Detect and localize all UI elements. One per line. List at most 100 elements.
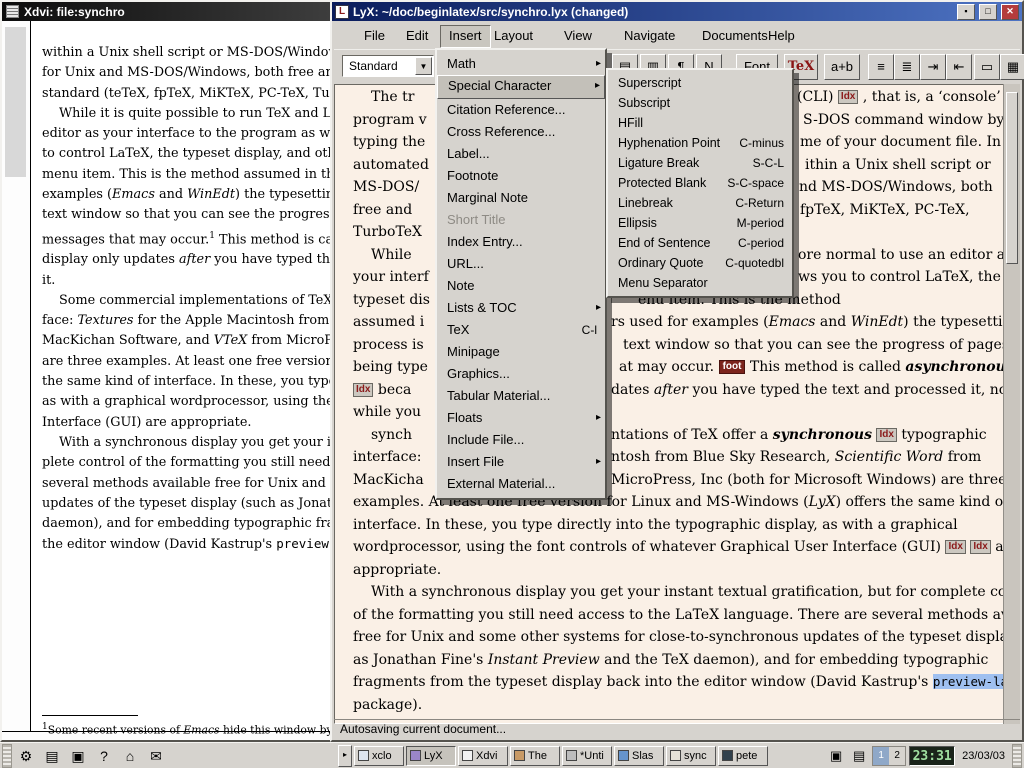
text-run: assumed i xyxy=(353,314,424,330)
menu-edit[interactable]: Edit xyxy=(398,25,436,46)
math-button[interactable]: a+b xyxy=(824,54,860,80)
insert-menu-item-lists-toc[interactable]: Lists & TOC▸ xyxy=(437,297,605,319)
insert-menu-item-include-file[interactable]: Include File... xyxy=(437,429,605,451)
insert-menu-item-footnote[interactable]: Footnote xyxy=(437,165,605,187)
minimize-button[interactable]: ▪ xyxy=(957,4,975,20)
task-button-pete[interactable]: pete xyxy=(718,746,768,766)
menu-item-shortcut: C-quotedbl xyxy=(725,253,784,273)
special-char-item-menu-separator[interactable]: Menu Separator xyxy=(608,273,792,293)
display-icon[interactable]: ▣ xyxy=(826,746,846,766)
task-button-sync[interactable]: sync xyxy=(666,746,716,766)
task-icon xyxy=(462,750,473,761)
maximize-button[interactable]: □ xyxy=(979,4,997,20)
pager-desktop-1[interactable]: 1 xyxy=(873,747,889,765)
pager-desktop-2[interactable]: 2 xyxy=(889,747,905,765)
text-run: WinEdt xyxy=(187,187,235,202)
insert-menu-item-label[interactable]: Label... xyxy=(437,143,605,165)
special-char-item-ligature-break[interactable]: Ligature BreakS-C-L xyxy=(608,153,792,173)
klipper-icon[interactable]: ▤ xyxy=(849,746,869,766)
k-menu-button[interactable]: ⚙ xyxy=(14,745,38,767)
task-button-lyx[interactable]: LyX xyxy=(406,746,456,766)
menu-item-label: Insert File xyxy=(447,454,504,469)
task-button-the[interactable]: The xyxy=(510,746,560,766)
taskbar-scroll-arrow[interactable]: ▸ xyxy=(338,745,352,767)
layout-combo[interactable]: Standard ▼ xyxy=(342,55,434,77)
lyx-scrollbar-thumb[interactable] xyxy=(1006,92,1018,264)
home-launcher[interactable]: ⌂ xyxy=(118,745,142,767)
foot-inset-badge[interactable]: foot xyxy=(719,360,746,374)
special-char-item-subscript[interactable]: Subscript xyxy=(608,93,792,113)
terminal-launcher[interactable]: ▣ xyxy=(66,745,90,767)
insert-menu-item-cross-reference[interactable]: Cross Reference... xyxy=(437,121,605,143)
insert-menu-item-floats[interactable]: Floats▸ xyxy=(437,407,605,429)
insert-menu-item-tabular-material[interactable]: Tabular Material... xyxy=(437,385,605,407)
insert-menu-item-citation-reference[interactable]: Citation Reference... xyxy=(437,99,605,121)
insert-menu-item-minipage[interactable]: Minipage xyxy=(437,341,605,363)
menu-file[interactable]: File xyxy=(356,25,393,46)
insert-menu-item-math[interactable]: Math▸ xyxy=(437,53,605,75)
special-char-item-linebreak[interactable]: LinebreakC-Return xyxy=(608,193,792,213)
text-run: rs used for examples ( xyxy=(611,314,769,330)
insert-menu-item-external-material[interactable]: External Material... xyxy=(437,473,605,495)
table-button[interactable]: ▦ xyxy=(1000,54,1024,80)
help-launcher[interactable]: ? xyxy=(92,745,116,767)
itemize-button[interactable]: ≡ xyxy=(868,54,894,80)
mail-launcher[interactable]: ✉ xyxy=(144,745,168,767)
insert-menu-item-marginal-note[interactable]: Marginal Note xyxy=(437,187,605,209)
panel-hide-handle-left[interactable] xyxy=(2,744,12,768)
text-run: package). xyxy=(353,697,422,713)
special-char-item-ordinary-quote[interactable]: Ordinary QuoteC-quotedbl xyxy=(608,253,792,273)
menu-layout[interactable]: Layout xyxy=(486,25,541,46)
close-button[interactable]: ✕ xyxy=(1001,4,1019,20)
insert-menu-item-insert-file[interactable]: Insert File▸ xyxy=(437,451,605,473)
text-run: nd MS-DOS/Windows, both xyxy=(799,179,993,195)
xdvi-vertical-scrollbar-thumb[interactable] xyxy=(5,27,26,177)
document-text-chunk: With a synchronous display you get your … xyxy=(371,584,1005,600)
xdvi-titlebar[interactable]: Xdvi: file:synchro xyxy=(2,2,336,21)
task-button-unti[interactable]: *Unti xyxy=(562,746,612,766)
special-char-item-end-of-sentence[interactable]: End of SentenceC-period xyxy=(608,233,792,253)
insert-menu-item-index-entry[interactable]: Index Entry... xyxy=(437,231,605,253)
menu-item-label: Math xyxy=(447,56,476,71)
insert-menu-item-note[interactable]: Note xyxy=(437,275,605,297)
panel-date: 23/03/03 xyxy=(962,750,1005,762)
window-list-button[interactable]: ▤ xyxy=(40,745,64,767)
text-run: being type xyxy=(353,359,428,375)
menu-item-label: Floats xyxy=(447,410,482,425)
lyx-scrollbar[interactable] xyxy=(1003,84,1020,724)
idx-inset-badge[interactable]: Idx xyxy=(838,90,858,104)
special-char-item-superscript[interactable]: Superscript xyxy=(608,73,792,93)
special-char-item-ellipsis[interactable]: EllipsisM-period xyxy=(608,213,792,233)
idx-inset-badge[interactable]: Idx xyxy=(353,383,373,397)
idx-inset-badge[interactable]: Idx xyxy=(945,540,965,554)
special-char-item-hyphenation-point[interactable]: Hyphenation PointC-minus xyxy=(608,133,792,153)
insert-menu-item-graphics[interactable]: Graphics... xyxy=(437,363,605,385)
special-char-item-hfill[interactable]: HFill xyxy=(608,113,792,133)
idx-inset-badge[interactable]: Idx xyxy=(970,540,990,554)
task-button-xdvi[interactable]: Xdvi xyxy=(458,746,508,766)
task-button-xclo[interactable]: xclo xyxy=(354,746,404,766)
document-line: wordprocessor, using the font controls o… xyxy=(335,539,1004,562)
menu-view[interactable]: View xyxy=(556,25,600,46)
lyx-titlebar[interactable]: L LyX: ~/doc/beginlatex/src/synchro.lyx … xyxy=(332,2,1022,21)
combo-dropdown-arrow-icon[interactable]: ▼ xyxy=(415,57,432,75)
document-text-chunk: While xyxy=(371,247,412,263)
task-button-slas[interactable]: Slas xyxy=(614,746,664,766)
xdvi-vertical-scrollbar[interactable] xyxy=(2,21,31,732)
insert-menu-item-url[interactable]: URL... xyxy=(437,253,605,275)
text-run: While it is quite possible to run TeX an… xyxy=(59,106,336,121)
insert-menu-item-special-character[interactable]: Special Character▸ xyxy=(437,75,605,99)
enumerate-button[interactable]: ≣ xyxy=(894,54,920,80)
depth-minus-button[interactable]: ⇤ xyxy=(946,54,972,80)
special-char-item-protected-blank[interactable]: Protected BlankS-C-space xyxy=(608,173,792,193)
idx-inset-badge[interactable]: Idx xyxy=(876,428,896,442)
text-run: from xyxy=(943,449,981,465)
menu-insert[interactable]: Insert xyxy=(440,25,491,48)
menu-help[interactable]: Help xyxy=(760,25,803,46)
insert-menu-item-tex[interactable]: TeXC-l xyxy=(437,319,605,341)
panel-hide-handle-right[interactable] xyxy=(1012,744,1022,768)
depth-plus-button[interactable]: ⇥ xyxy=(920,54,946,80)
menu-navigate[interactable]: Navigate xyxy=(616,25,683,46)
figure-button[interactable]: ▭ xyxy=(974,54,1000,80)
task-icon xyxy=(514,750,525,761)
